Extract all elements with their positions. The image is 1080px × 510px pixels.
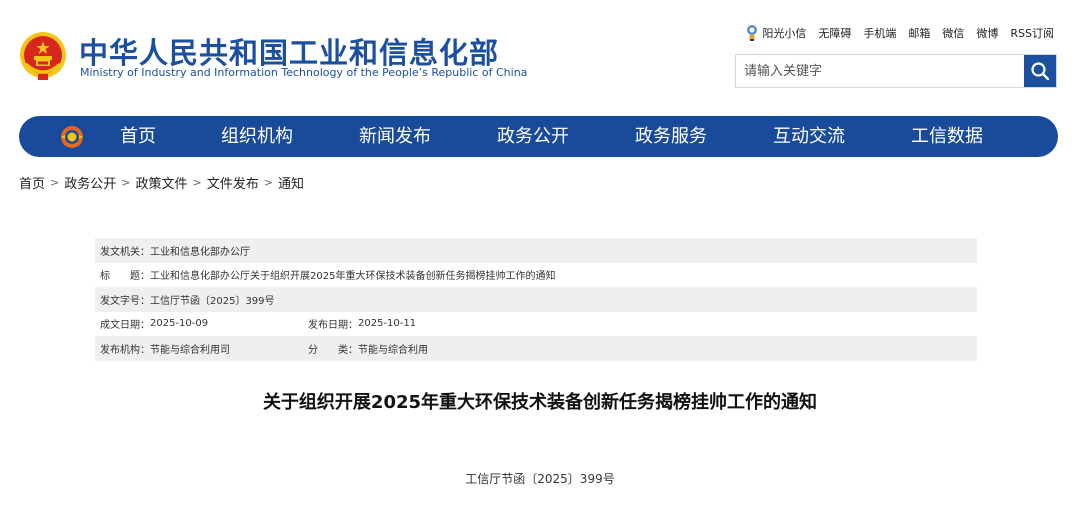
- meta-row-title: 标 题： 工业和信息化部办公厅关于组织开展2025年重大环保技术装备创新任务揭榜…: [95, 263, 977, 288]
- search-icon: [1031, 62, 1050, 81]
- breadcrumb-separator: >: [192, 176, 202, 189]
- docno-label: 发文字号：: [100, 295, 150, 307]
- meta-row-org: 发布机构： 节能与综合利用司 分 类： 节能与综合利用: [95, 336, 977, 361]
- docno-value: 工信厅节函〔2025〕399号: [150, 295, 275, 307]
- breadcrumb: 首页 > 政务公开 > 政策文件 > 文件发布 > 通知: [19, 173, 304, 192]
- miit-logo-icon[interactable]: [59, 124, 85, 150]
- nav-item-organization[interactable]: 组织机构: [221, 116, 293, 157]
- category-label: 分 类：: [308, 344, 358, 356]
- document-metadata: 发文机关： 工业和信息化部办公厅 标 题： 工业和信息化部办公厅关于组织开展20…: [95, 238, 977, 361]
- link-mailbox[interactable]: 邮箱: [908, 25, 930, 41]
- meta-row-dates: 成文日期： 2025-10-09 发布日期： 2025-10-11: [95, 312, 977, 337]
- meta-row-docno: 发文字号： 工信厅节函〔2025〕399号: [95, 287, 977, 312]
- breadcrumb-home[interactable]: 首页: [19, 173, 45, 192]
- breadcrumb-document-release[interactable]: 文件发布: [207, 173, 259, 192]
- title-label: 标 题：: [100, 271, 150, 283]
- link-rss[interactable]: RSS订阅: [1010, 25, 1054, 41]
- site-header: 中华人民共和国工业和信息化部 Ministry of Industry and …: [0, 0, 1080, 110]
- search-box: [735, 54, 1057, 88]
- nav-item-interaction[interactable]: 互动交流: [773, 116, 845, 157]
- nav-item-government-affairs[interactable]: 政务公开: [497, 116, 569, 157]
- national-emblem-icon[interactable]: [18, 30, 68, 82]
- pub-date-label: 发布日期：: [308, 320, 358, 332]
- link-accessibility[interactable]: 无障碍: [818, 25, 851, 41]
- nav-item-news[interactable]: 新闻发布: [359, 116, 431, 157]
- article-title: 关于组织开展2025年重大环保技术装备创新任务揭榜挂帅工作的通知: [262, 392, 818, 413]
- org-value: 节能与综合利用司: [150, 344, 230, 356]
- pub-date-value: 2025-10-11: [358, 318, 417, 330]
- site-title-en[interactable]: Ministry of Industry and Information Tec…: [80, 66, 527, 79]
- link-wechat[interactable]: 微信: [942, 25, 964, 41]
- breadcrumb-separator: >: [121, 176, 131, 189]
- meta-row-issuer: 发文机关： 工业和信息化部办公厅: [95, 238, 977, 263]
- link-mobile[interactable]: 手机端: [863, 25, 896, 41]
- category-value: 节能与综合利用: [358, 344, 428, 356]
- nav-item-data[interactable]: 工信数据: [911, 116, 983, 157]
- breadcrumb-government-affairs[interactable]: 政务公开: [64, 173, 116, 192]
- org-label: 发布机构：: [100, 344, 150, 356]
- article-doc-number: 工信厅节函〔2025〕399号: [465, 472, 615, 486]
- search-input[interactable]: [736, 55, 1024, 87]
- breadcrumb-policy-documents[interactable]: 政策文件: [135, 173, 187, 192]
- title-value: 工业和信息化部办公厅关于组织开展2025年重大环保技术装备创新任务揭榜挂帅工作的…: [150, 271, 556, 283]
- breadcrumb-notice[interactable]: 通知: [278, 173, 304, 192]
- nav-item-services[interactable]: 政务服务: [635, 116, 707, 157]
- top-links: 阳光小信 无障碍 手机端 邮箱 微信 微博 RSS订阅: [746, 24, 1054, 42]
- link-weibo[interactable]: 微博: [976, 25, 998, 41]
- search-button[interactable]: [1024, 55, 1056, 87]
- nav-item-home[interactable]: 首页: [120, 116, 156, 157]
- issuer-value: 工业和信息化部办公厅: [150, 246, 250, 258]
- made-date-value: 2025-10-09: [150, 318, 209, 330]
- issuer-label: 发文机关：: [100, 246, 150, 258]
- link-sunshine-xiaoxin[interactable]: 阳光小信: [762, 25, 806, 41]
- lightbulb-icon: [746, 24, 758, 42]
- made-date-label: 成文日期：: [100, 320, 150, 332]
- breadcrumb-separator: >: [50, 176, 60, 189]
- breadcrumb-separator: >: [263, 176, 273, 189]
- main-nav: 首页 组织机构 新闻发布 政务公开 政务服务 互动交流 工信数据: [19, 116, 1058, 157]
